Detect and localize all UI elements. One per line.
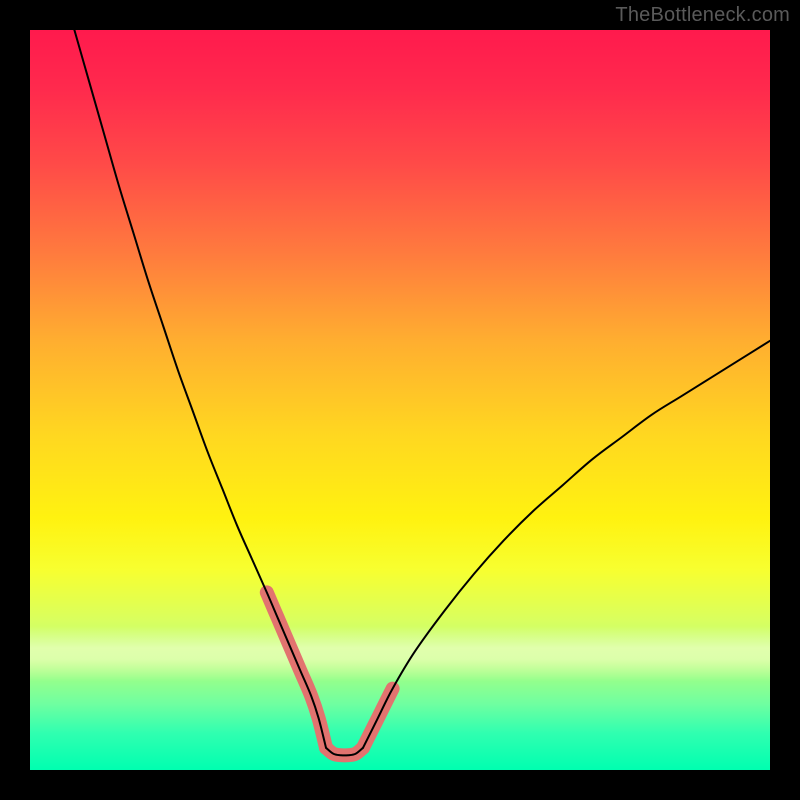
watermark-text: TheBottleneck.com — [615, 4, 790, 27]
highlight-group — [267, 592, 393, 755]
curves-layer — [30, 30, 770, 770]
curve-right-branch — [363, 341, 770, 748]
curve-group — [74, 30, 770, 755]
highlight-segment — [267, 592, 326, 747]
chart-stage: TheBottleneck.com — [0, 0, 800, 800]
curve-left-branch — [74, 30, 326, 748]
